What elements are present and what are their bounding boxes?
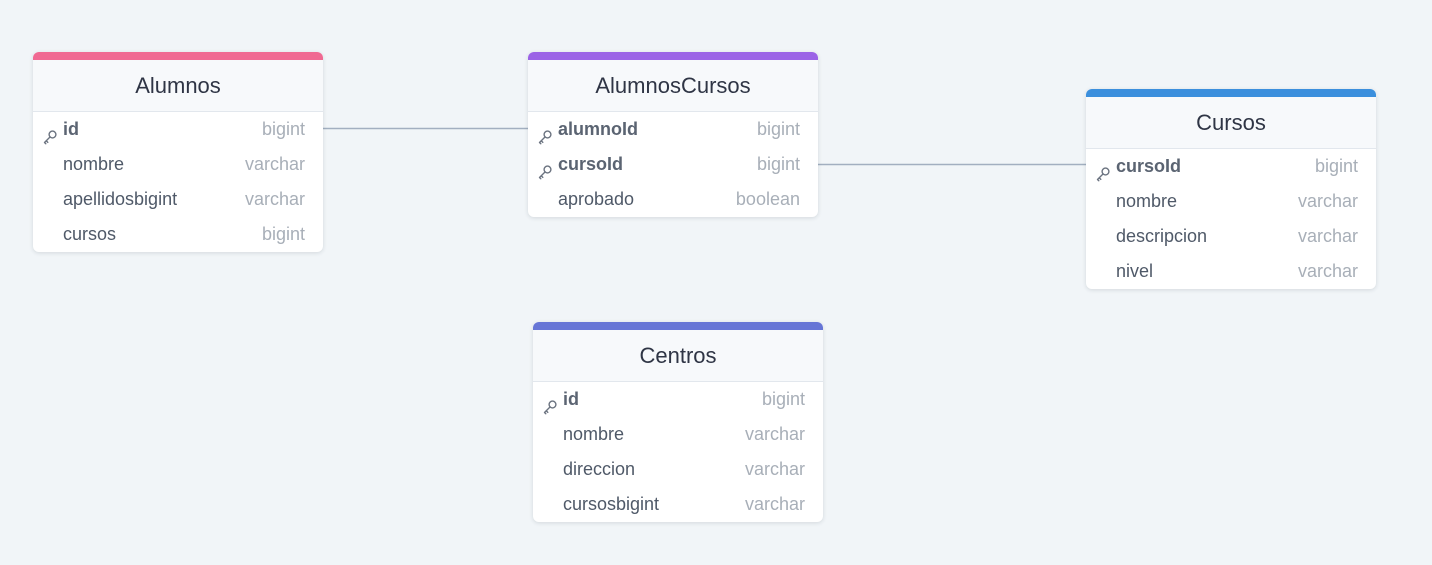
- field-name: aprobado: [558, 189, 635, 209]
- field-row[interactable]: cursoId bigint: [528, 147, 818, 182]
- table-alumnoscursos[interactable]: AlumnosCursos alumnoId bigint cursoId bigin…: [528, 52, 818, 217]
- field-type: varchar: [744, 494, 805, 514]
- field-row[interactable]: alumnoId bigint: [528, 112, 818, 147]
- field-type: varchar: [1297, 226, 1358, 246]
- field-row[interactable]: id bigint: [33, 112, 323, 147]
- field-name: alumnoId: [558, 119, 638, 139]
- key-icon: [42, 122, 58, 145]
- field-type: varchar: [744, 424, 805, 444]
- field-type: bigint: [261, 224, 305, 244]
- field-row[interactable]: nombre varchar: [33, 147, 323, 182]
- field-type: boolean: [735, 189, 800, 209]
- field-name: cursoId: [558, 154, 624, 174]
- field-name: cursos: [63, 224, 117, 244]
- field-name: nombre: [563, 424, 625, 444]
- field-name: cursosbigint: [563, 494, 660, 514]
- field-name: nombre: [1116, 191, 1178, 211]
- key-icon: [1095, 159, 1111, 182]
- field-name: nombre: [63, 154, 125, 174]
- table-title[interactable]: Centros: [533, 330, 823, 382]
- field-row[interactable]: nivel varchar: [1086, 254, 1376, 289]
- table-color-bar: [1086, 89, 1376, 97]
- field-type: varchar: [744, 459, 805, 479]
- field-name: id: [63, 119, 79, 139]
- field-row[interactable]: descripcion varchar: [1086, 219, 1376, 254]
- field-row[interactable]: nombre varchar: [1086, 184, 1376, 219]
- table-cursos[interactable]: Cursos cursoId bigint nombre varchar descrip…: [1086, 89, 1376, 289]
- table-title[interactable]: Cursos: [1086, 97, 1376, 149]
- field-name: apellidosbigint: [63, 189, 178, 209]
- field-row[interactable]: aprobado boolean: [528, 182, 818, 217]
- field-type: varchar: [244, 189, 305, 209]
- field-row[interactable]: cursoId bigint: [1086, 149, 1376, 184]
- table-title[interactable]: Alumnos: [33, 60, 323, 112]
- field-name: id: [563, 389, 579, 409]
- field-row[interactable]: nombre varchar: [533, 417, 823, 452]
- field-type: varchar: [1297, 261, 1358, 281]
- field-type: bigint: [261, 119, 305, 139]
- field-row[interactable]: cursosbigint varchar: [533, 487, 823, 522]
- table-color-bar: [533, 322, 823, 330]
- field-type: bigint: [761, 389, 805, 409]
- table-title[interactable]: AlumnosCursos: [528, 60, 818, 112]
- diagram-canvas[interactable]: Alumnos id bigint nombre varchar apellidosbi…: [0, 0, 1432, 565]
- field-type: bigint: [1314, 156, 1358, 176]
- table-alumnos[interactable]: Alumnos id bigint nombre varchar apellidosbi…: [33, 52, 323, 252]
- table-centros[interactable]: Centros id bigint nombre varchar direccion va…: [533, 322, 823, 522]
- key-icon: [537, 122, 553, 145]
- field-row[interactable]: apellidosbigint varchar: [33, 182, 323, 217]
- field-type: bigint: [756, 119, 800, 139]
- field-type: varchar: [244, 154, 305, 174]
- field-name: direccion: [563, 459, 636, 479]
- field-name: nivel: [1116, 261, 1154, 281]
- field-type: varchar: [1297, 191, 1358, 211]
- key-icon: [537, 157, 553, 180]
- field-row[interactable]: direccion varchar: [533, 452, 823, 487]
- field-row[interactable]: id bigint: [533, 382, 823, 417]
- table-color-bar: [528, 52, 818, 60]
- field-name: descripcion: [1116, 226, 1208, 246]
- field-type: bigint: [756, 154, 800, 174]
- key-icon: [542, 392, 558, 415]
- table-color-bar: [33, 52, 323, 60]
- field-name: cursoId: [1116, 156, 1182, 176]
- field-row[interactable]: cursos bigint: [33, 217, 323, 252]
